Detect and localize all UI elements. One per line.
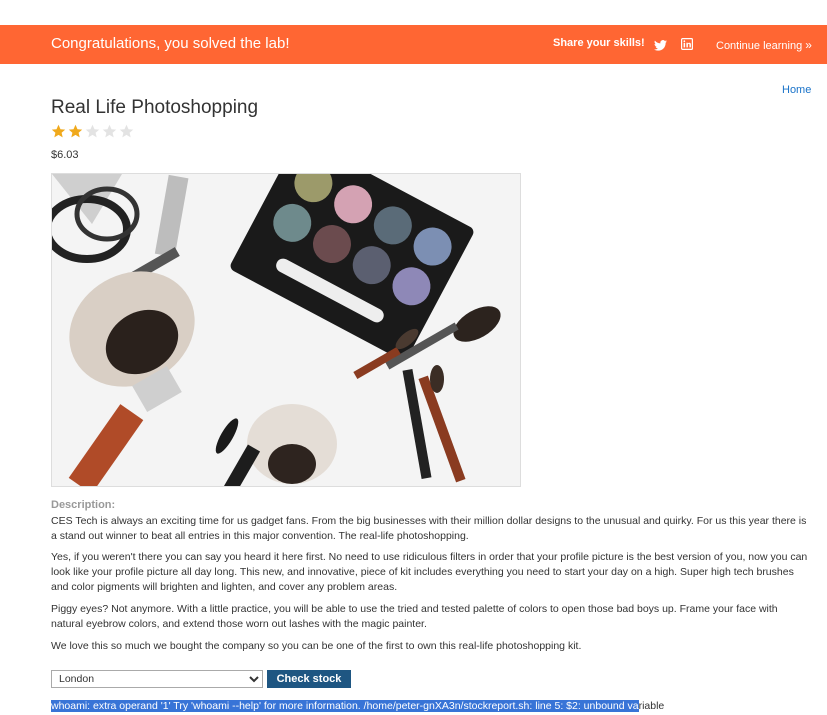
description-paragraph: Piggy eyes? Not anymore. With a little p…: [51, 603, 778, 630]
description-paragraph: Yes, if you weren't there you can say yo…: [51, 551, 808, 593]
star-empty-icon: [119, 124, 134, 143]
store-select[interactable]: London: [51, 670, 263, 688]
star-filled-icon: [51, 124, 66, 143]
description-paragraph: CES Tech is always an exciting time for …: [51, 515, 807, 542]
continue-learning-label: Continue learning: [716, 40, 803, 52]
star-filled-icon: [68, 124, 83, 143]
star-empty-icon: [85, 124, 100, 143]
description-label: Description:: [51, 499, 116, 511]
twitter-icon[interactable]: [654, 38, 667, 56]
continue-learning-link[interactable]: Continue learning»: [716, 38, 812, 52]
stock-output-text: riable: [638, 700, 665, 712]
product-price: $6.03: [51, 149, 79, 161]
share-label: Share your skills!: [553, 37, 645, 49]
double-chevron-right-icon: »: [805, 38, 812, 52]
stock-check-output: whoami: extra operand '1' Try 'whoami --…: [51, 700, 664, 712]
product-title: Real Life Photoshopping: [51, 97, 259, 118]
rating-stars: [51, 124, 134, 143]
description-paragraph: We love this so much we bought the compa…: [51, 640, 582, 652]
home-link[interactable]: Home: [782, 84, 811, 96]
stock-output-selected-text: whoami: extra operand '1' Try 'whoami --…: [51, 700, 639, 712]
star-empty-icon: [102, 124, 117, 143]
linkedin-icon[interactable]: [681, 37, 694, 55]
banner-title: Congratulations, you solved the lab!: [51, 35, 290, 52]
lab-solved-banner: Congratulations, you solved the lab! Sha…: [0, 25, 827, 64]
product-image: [51, 173, 521, 487]
check-stock-button[interactable]: Check stock: [267, 670, 351, 688]
